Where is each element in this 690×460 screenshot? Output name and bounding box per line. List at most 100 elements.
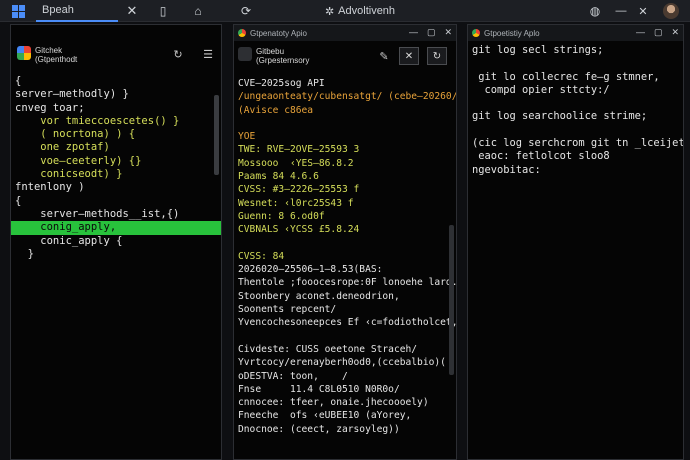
refresh-button[interactable]: ↻	[427, 47, 447, 65]
code-line: eaoc: fetlolcot sloo8	[472, 150, 610, 163]
code-line: Thentole ;fooocesrope:0F lonoehe lard.	[238, 277, 457, 289]
code-line: Mossooo ‹YES–86.8.2	[238, 157, 354, 169]
right-code-area[interactable]: git log secl strings; git lo collecrec f…	[468, 43, 683, 176]
code-line: conicseodt) }	[15, 168, 123, 181]
chrome-icon	[238, 29, 246, 37]
middle-titlebar: Gtpenatoty Apio — ▢ ✕	[234, 25, 456, 41]
code-line: Soonents repcent/	[238, 304, 337, 316]
code-line: 2026020–25506–1–8.53(BAS:	[238, 264, 383, 276]
code-line: one zpotaf)	[15, 141, 110, 154]
code-line: conic_apply {	[15, 234, 123, 247]
middle-panel: Gtpenatoty Apio — ▢ ✕ Gitbebu (Grpestern…	[233, 24, 457, 460]
left-editor-panel: Gitchek (Gtpenthodt ↻ ☰ {server–methodly…	[10, 24, 222, 460]
code-line: server–methods__ist,{)	[15, 207, 180, 220]
lock-icon[interactable]: ⌂	[190, 0, 206, 22]
file-icon[interactable]: ▯	[155, 0, 171, 22]
code-line: cnnocee: tfeer, onaie.jhecoooely)	[238, 397, 429, 409]
settings-icon: ✲	[324, 5, 335, 18]
chrome-icon	[472, 29, 480, 37]
window-title-text: Advoltivenh	[338, 5, 396, 17]
avatar[interactable]	[660, 0, 682, 22]
code-line: git log secl strings;	[472, 44, 604, 56]
middle-header: Gitbebu (Grpesternsory ✎ ✕ ↻	[234, 43, 456, 69]
code-line: Guenn: 8 6.od0f	[238, 210, 325, 222]
refresh-icon[interactable]: ↻	[171, 47, 185, 61]
refresh-icon[interactable]: ⟳	[238, 0, 254, 22]
code-line: git log searchoolice strime;	[472, 110, 648, 123]
close-button[interactable]: ✕	[399, 47, 419, 65]
code-line: CVSS: #3–2226–25553 f	[238, 184, 360, 196]
code-line: Yvrtcocy/erenayberh0od0,(ccebalbio)(	[238, 357, 446, 369]
code-line: CVE–2025sog API	[238, 78, 325, 89]
code-line: cnveg toar;	[15, 101, 85, 114]
code-line: YOE	[238, 131, 256, 143]
middle-code-area[interactable]: CVE–2025sog API/ungeaonteaty/cubensatgt/…	[234, 77, 456, 436]
windows-start-icon[interactable]	[4, 0, 32, 22]
middle-app-name-line2: (Grpesternsory	[256, 56, 310, 65]
taskbar: Bpeah ✕ ▯ ⌂ ⟳ ✲ Advoltivenh ◍ — ✕	[0, 0, 690, 22]
code-line: Civdeste: CUSS oeetone Straceh/	[238, 343, 418, 355]
code-line: Fneeche ofs ‹eUBEE10 (aYorey,	[238, 410, 412, 422]
middle-app-name-line1: Gitbebu	[256, 47, 285, 56]
code-line: (Avisce c86ea	[238, 104, 314, 116]
left-scrollbar[interactable]	[214, 95, 219, 175]
code-line: Dnocnoe: (ceect, zarsoyleg))	[238, 423, 400, 435]
code-line: conig_apply,	[11, 221, 221, 235]
left-panel-header: Gitchek (Gtpenthodt ↻ ☰	[11, 43, 221, 73]
right-panel: Gtpoetistiy Aplo — ▢ ✕ git log secl stri…	[467, 24, 684, 460]
chrome-icon	[17, 46, 31, 60]
left-app-name-line1: Gitchek	[35, 46, 63, 55]
close-icon[interactable]: ✕	[444, 27, 452, 38]
code-line: Paams 84 4.6.6	[238, 171, 319, 183]
search-tab-label: Bpeah	[42, 4, 74, 16]
code-line: Wesnet: ‹l0rc25S43 f	[238, 197, 354, 209]
code-line: Fnse 11.4 C8L0510 N0R0o/	[238, 383, 400, 395]
code-line: Stoonbery aconet.deneodrion,	[238, 290, 400, 302]
left-app-name-line2: (Gtpenthodt	[35, 55, 78, 64]
gear-icon[interactable]: ◍	[586, 0, 604, 22]
close-tab-icon[interactable]: ✕	[124, 0, 140, 22]
code-line: git lo collecrec fe–g stmner,	[472, 70, 660, 83]
code-line: oDESTVA: toon, /	[238, 370, 348, 382]
close-icon[interactable]: ✕	[671, 27, 679, 38]
code-line: fntenlony )	[15, 181, 85, 194]
code-line: TWE: RVE–2OVE–25593 3	[238, 144, 360, 156]
maximize-icon[interactable]: ▢	[427, 27, 436, 38]
middle-title: Gtpenatoty Apio	[250, 28, 307, 38]
window-title: ✲ Advoltivenh	[300, 0, 420, 22]
right-title: Gtpoetistiy Aplo	[484, 28, 540, 38]
close-icon[interactable]: ✕	[634, 0, 652, 22]
code-line: {	[15, 194, 22, 207]
menu-icon[interactable]: ☰	[201, 47, 215, 61]
code-line: {	[15, 75, 22, 87]
code-line: server–methodly) }	[15, 88, 129, 101]
right-titlebar: Gtpoetistiy Aplo — ▢ ✕	[468, 25, 683, 41]
code-line: ( nocrtona) ) {	[15, 128, 136, 141]
minimize-icon[interactable]: —	[612, 0, 630, 22]
settings-icon[interactable]: ✎	[377, 49, 391, 63]
code-line: vor tmieccoescetes() }	[15, 114, 180, 127]
maximize-icon[interactable]: ▢	[654, 27, 663, 38]
code-line: CVBNALS ‹YCSS £5.8.24	[238, 224, 360, 236]
github-icon	[238, 47, 252, 61]
code-line: /ungeaonteaty/cubensatgt/ (cebe–20260/22…	[238, 91, 457, 103]
code-line: Yvencochesoneepces Ef ‹c=fodiotholcet,,	[238, 317, 457, 329]
left-app-name: Gitchek (Gtpenthodt	[35, 46, 77, 64]
code-line: CVSS: 84	[238, 250, 285, 262]
left-code-area[interactable]: {server–methodly) } cnveg toar; vor tmiec…	[11, 75, 221, 261]
middle-app-name: Gitbebu (Grpesternsory	[256, 47, 309, 65]
code-line: }	[15, 247, 34, 260]
middle-scrollbar[interactable]	[449, 225, 454, 375]
code-line: compd opier sttcty:/	[472, 83, 610, 96]
code-line: ngevobitac:	[472, 163, 541, 176]
code-line: voe–ceeterly) {}	[15, 154, 142, 167]
minimize-icon[interactable]: —	[409, 27, 418, 38]
code-line: (cic log serchcrom git tn _lceijet,	[472, 137, 684, 150]
taskbar-search-tab[interactable]: Bpeah	[36, 0, 118, 22]
minimize-icon[interactable]: —	[636, 27, 645, 38]
